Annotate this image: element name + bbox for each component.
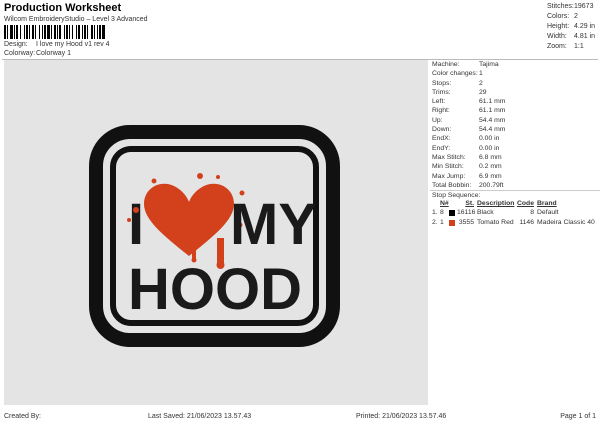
prop-endy: EndY: 0.00 in [432,144,500,152]
software-subtitle: Wilcom EmbroideryStudio – Level 3 Advanc… [4,16,148,23]
stat-zoom: Zoom: 1:1 [547,43,584,50]
prop-machine: Machine: Tajima [432,61,499,68]
design-word-hood: HOOD [128,257,302,322]
prop-stops: Stops: 2 [432,79,483,87]
prop-down: Down: 54.4 mm [432,126,506,134]
prop-max-stitch: Max Stitch: 6.8 mm [432,153,502,161]
design-row: Design: I love my Hood v1 rev 4 [4,41,110,48]
prop-max-jump: Max Jump: 6.9 mm [432,172,502,180]
embroidery-design: I MY HOOD [89,125,340,347]
prop-min-stitch: Min Stitch: 0.2 mm [432,163,502,171]
header-brand: Brand [537,200,557,208]
stat-colors: Colors: 2 [547,13,578,20]
prop-trims: Trims: 29 [432,88,487,96]
sequence-header: N# St. Description Code Brand [430,199,600,208]
stat-width: Width: 4.81 in [547,33,596,40]
last-saved: Last Saved: 21/06/2023 13.57.43 [148,413,252,420]
prop-left: Left: 61.1 mm [432,98,506,106]
color-swatch [449,210,455,217]
page-number: Page 1 of 1 [560,413,596,420]
design-label: Design: [4,41,28,48]
prop-color-changes: Color changes: 1 [432,70,483,78]
sequence-row: 1. 8 16116 Black 8 Default [432,209,559,217]
stat-stitches: Stitches: 19673 [547,3,594,10]
barcode [4,25,186,39]
color-swatch [449,220,455,227]
stat-height: Height: 4.29 in [547,23,596,30]
properties-panel: Machine: Tajima Color changes: 1 Stops: 2 T… [430,60,600,228]
created-by: Created By: [4,413,41,420]
prop-endx: EndX: 0.00 in [432,135,500,143]
page-title: Production Worksheet [4,2,122,14]
colorway-label: Colorway: [4,50,36,57]
colorway-row: Colorway: Colorway 1 [4,50,71,57]
header-code: Code [517,200,534,208]
design-letter-i: I [128,192,144,257]
design-word-my: MY [230,192,317,257]
design-value: I love my Hood v1 rev 4 [36,41,110,48]
footer: Created By: Last Saved: 21/06/2023 13.57… [0,412,600,424]
colorway-value: Colorway 1 [36,50,72,57]
prop-right: Right: 61.1 mm [432,107,506,115]
heart-icon [127,173,245,269]
header-st: St. [465,200,474,208]
prop-total-bobbin: Total Bobbin: 200.79ft [432,181,504,189]
header-description: Description [477,200,515,208]
sequence-row: 2. 1 3555 Tomato Red 1146 Madeira Classi… [432,219,595,227]
prop-up: Up: 54.4 mm [432,116,506,124]
design-preview: I MY HOOD [4,60,428,405]
stop-sequence-title: Stop Sequence: [430,190,600,199]
printed-date: Printed: 21/06/2023 13.57.46 [356,413,447,420]
header-n: N# [440,200,449,208]
design-stats: Stitches: 19673 Colors: 2 Height: 4.29 in W… [547,2,599,52]
